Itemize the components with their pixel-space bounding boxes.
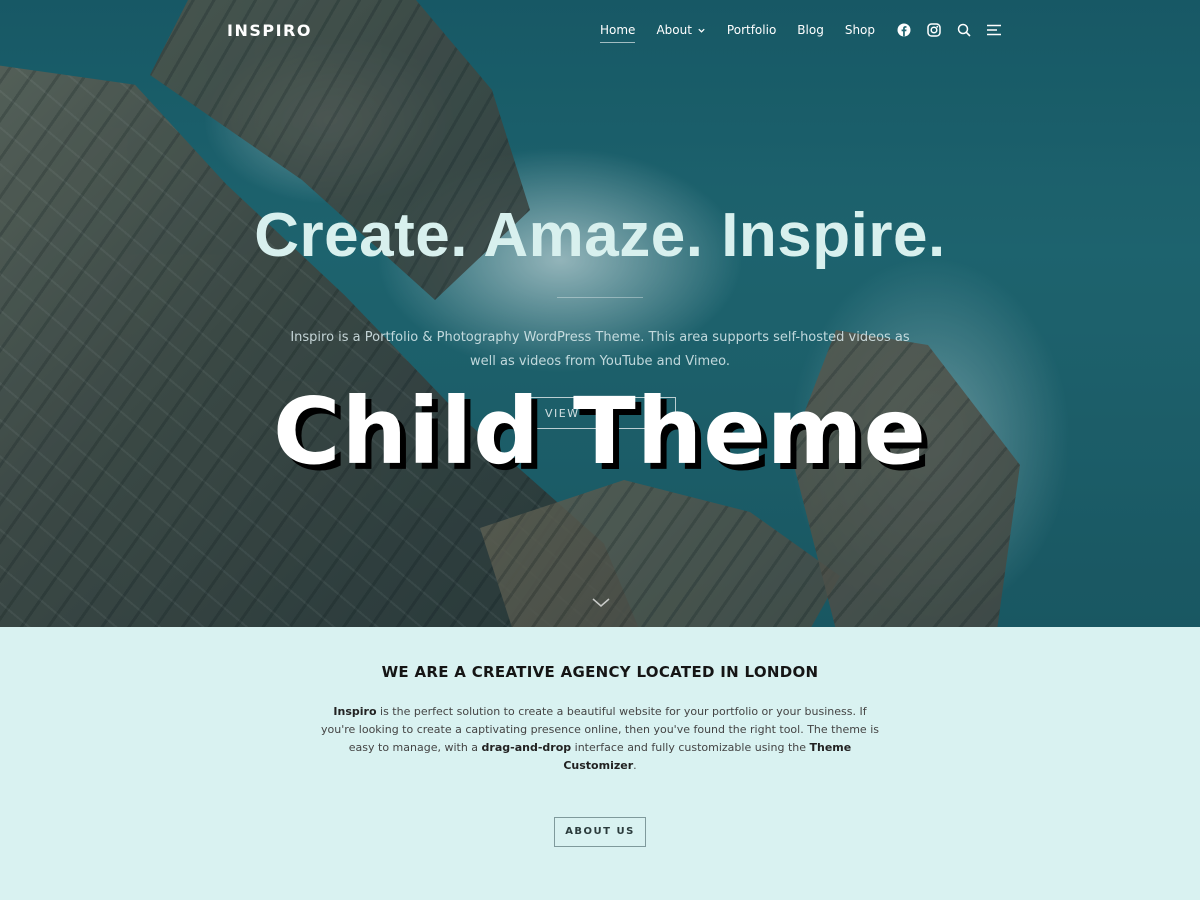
search-icon[interactable] [956, 22, 972, 38]
about-text-bold: Inspiro [333, 705, 377, 718]
child-theme-overlay-label: Child Theme [273, 378, 927, 485]
nav-item-about[interactable]: About [656, 23, 705, 37]
nav-item-home[interactable]: Home [600, 23, 636, 43]
about-text-segment: interface and fully customizable using t… [571, 741, 810, 754]
about-us-button[interactable]: ABOUT US [554, 817, 646, 847]
about-title: WE ARE A CREATIVE AGENCY LOCATED IN LOND… [381, 663, 819, 681]
about-text: Inspiro is the perfect solution to creat… [320, 703, 880, 775]
nav-item-label: Blog [797, 23, 824, 37]
scroll-down-icon[interactable] [592, 598, 610, 608]
hero-divider [557, 297, 643, 298]
facebook-icon[interactable] [896, 22, 912, 38]
hero-content: Create. Amaze. Inspire. Inspiro is a Por… [0, 200, 1200, 374]
hero-title: Create. Amaze. Inspire. [254, 201, 946, 270]
nav-item-shop[interactable]: Shop [845, 23, 875, 37]
nav-item-label: Shop [844, 23, 876, 37]
nav-item-label: About [656, 23, 692, 37]
site-header: INSPIRO Home About Portfolio Blog Shop [0, 0, 1200, 62]
hero-description: Inspiro is a Portfolio & Photography Wor… [290, 330, 910, 369]
about-section: WE ARE A CREATIVE AGENCY LOCATED IN LOND… [0, 627, 1200, 900]
instagram-icon[interactable] [926, 22, 942, 38]
hero-section: INSPIRO Home About Portfolio Blog Shop C… [0, 0, 1200, 627]
site-logo[interactable]: INSPIRO [227, 21, 312, 40]
nav-item-label: Portfolio [726, 23, 777, 37]
chevron-down-icon [698, 28, 705, 33]
menu-icon[interactable] [986, 22, 1002, 38]
nav-item-label: Home [600, 23, 636, 37]
nav-item-blog[interactable]: Blog [797, 23, 824, 37]
nav-item-portfolio[interactable]: Portfolio [727, 23, 776, 37]
about-text-segment: . [633, 759, 637, 772]
about-text-bold: drag-and-drop [481, 741, 572, 754]
main-navigation: Home About Portfolio Blog Shop [600, 22, 1016, 43]
